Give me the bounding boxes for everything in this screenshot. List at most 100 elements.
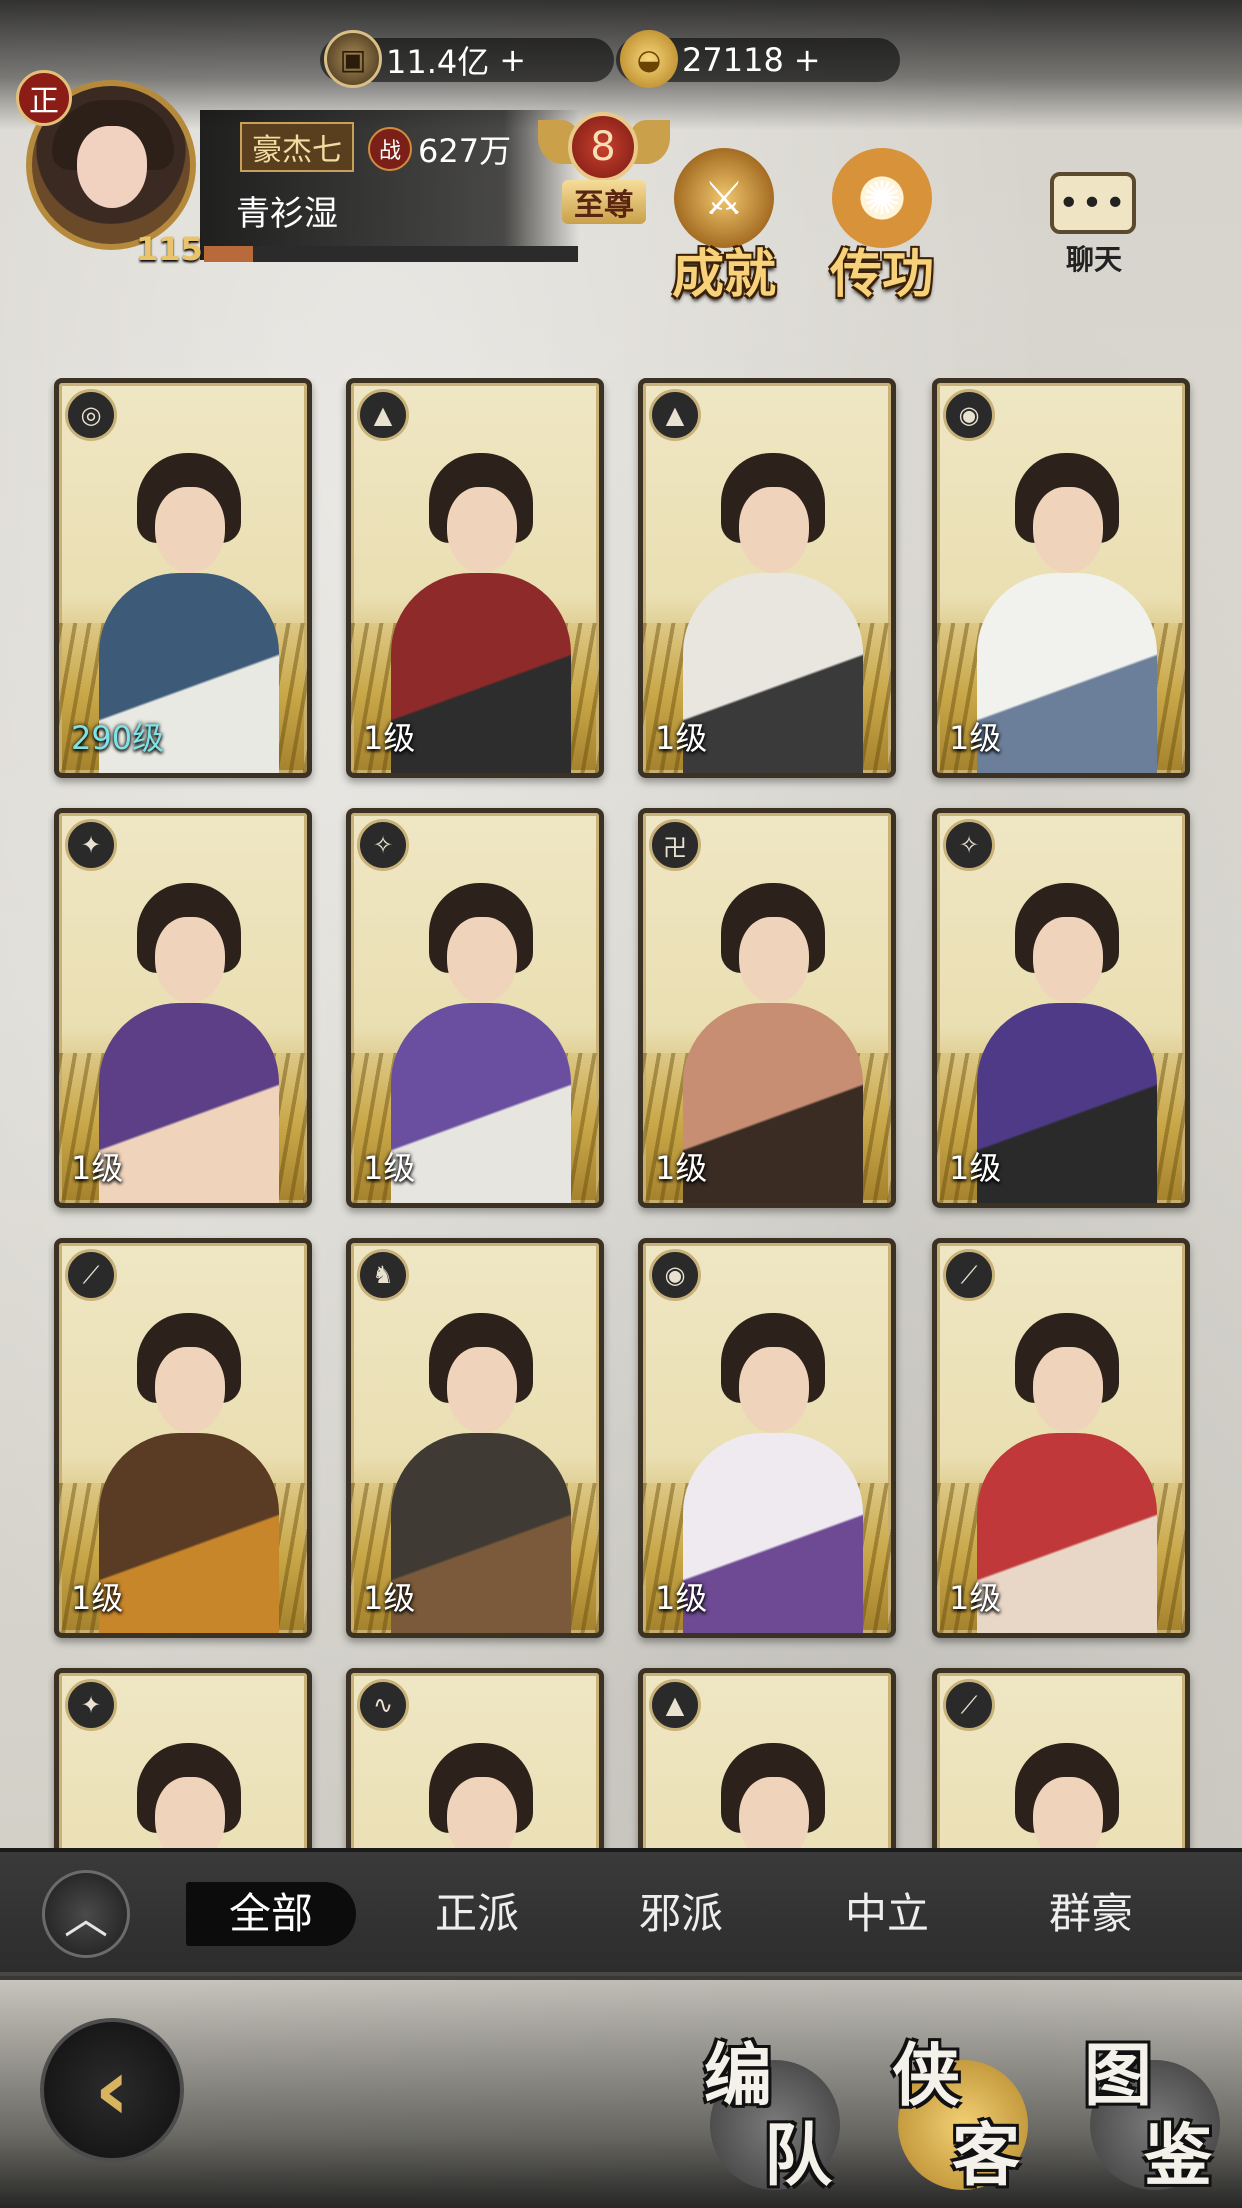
nav-formation[interactable]: 编 队 <box>700 2020 850 2196</box>
exp-bar <box>204 246 578 262</box>
blade-faction-icon: ⟋ <box>65 1249 117 1301</box>
hero-portrait <box>391 453 571 773</box>
hero-card[interactable]: ▲ <box>638 1668 896 1848</box>
swastika-faction-icon: 卍 <box>649 819 701 871</box>
hero-card[interactable]: ◉ 1级 <box>638 1238 896 1638</box>
collapse-chevron-icon[interactable]: ︿ <box>42 1870 130 1958</box>
blade-faction-icon: ⟋ <box>943 1679 995 1731</box>
hero-card[interactable]: ∿ <box>346 1668 604 1848</box>
hero-card[interactable]: ♞ 1级 <box>346 1238 604 1638</box>
transmit-label: 传功 <box>829 245 934 305</box>
hero-card[interactable]: ◎ 290级 <box>54 378 312 778</box>
nav-codex[interactable]: 图 鉴 <box>1080 2020 1230 2196</box>
hero-portrait <box>391 1313 571 1633</box>
hero-card[interactable]: ⟋ 1级 <box>54 1238 312 1638</box>
mask-faction-icon: ◉ <box>943 389 995 441</box>
hero-level: 1级 <box>71 1579 124 1617</box>
nav-codex-char2: 鉴 <box>1144 2117 1213 2196</box>
power-icon: 战 <box>368 127 412 171</box>
transmit-button[interactable]: ✺ 传功 <box>812 148 952 305</box>
hero-card[interactable]: ▲ 1级 <box>346 378 604 778</box>
add-coins-icon[interactable]: + <box>499 41 526 79</box>
hero-level: 1级 <box>949 1149 1002 1187</box>
coin-icon: ▣ <box>324 30 382 88</box>
tent-faction-icon: ▲ <box>649 1679 701 1731</box>
hero-portrait <box>683 883 863 1203</box>
chat-label: 聊天 <box>1065 243 1122 276</box>
scorpion-faction-icon: ✧ <box>943 819 995 871</box>
blade-faction-icon: ⟋ <box>943 1249 995 1301</box>
hero-portrait <box>977 883 1157 1203</box>
back-button[interactable]: ‹ <box>40 2018 184 2162</box>
water-faction-icon: ◎ <box>65 389 117 441</box>
gold-ingot-icon: ◒ <box>620 30 678 88</box>
hero-portrait <box>99 883 279 1203</box>
hero-card[interactable]: ✦ <box>54 1668 312 1848</box>
vip-level: 8 <box>568 112 638 182</box>
faction-filter-bar: ︿ 全部 正派 邪派 中立 群豪 <box>0 1848 1242 1980</box>
scorpion-faction-icon: ✧ <box>357 819 409 871</box>
hero-level: 1级 <box>363 1149 416 1187</box>
hero-level: 1级 <box>655 1579 708 1617</box>
tab-neutral[interactable]: 中立 <box>802 1882 972 1946</box>
hero-card[interactable]: ✧ 1级 <box>346 808 604 1208</box>
combat-power: 战 627万 <box>368 126 511 172</box>
hero-card[interactable]: ▲ 1级 <box>638 378 896 778</box>
beast-faction-icon: ✦ <box>65 819 117 871</box>
hero-portrait <box>683 1313 863 1633</box>
snake-faction-icon: ∿ <box>357 1679 409 1731</box>
hero-portrait <box>99 453 279 773</box>
hero-level: 1级 <box>655 1149 708 1187</box>
gold-counter[interactable]: ◒ 27118 + <box>616 30 900 88</box>
bottom-ink-landscape <box>0 1972 1242 2208</box>
hero-level: 290级 <box>71 719 165 757</box>
hero-level: 1级 <box>949 1579 1002 1617</box>
player-avatar[interactable]: 正 115 <box>16 70 206 270</box>
nav-heroes[interactable]: 侠 客 <box>888 2020 1038 2196</box>
hero-level: 1级 <box>71 1149 124 1187</box>
hero-portrait <box>99 1743 279 1848</box>
nav-heroes-char2: 客 <box>952 2117 1021 2196</box>
power-value: 627万 <box>418 132 512 170</box>
hero-card[interactable]: 卍 1级 <box>638 808 896 1208</box>
add-gold-icon[interactable]: + <box>794 41 821 79</box>
nav-codex-char1: 图 <box>1084 2037 1153 2116</box>
hero-level: 1级 <box>363 1579 416 1617</box>
hero-level: 1级 <box>949 719 1002 757</box>
player-name: 豪杰七 <box>240 122 354 172</box>
beast-faction-icon: ✦ <box>65 1679 117 1731</box>
tab-evil[interactable]: 邪派 <box>596 1882 766 1946</box>
hero-portrait <box>391 883 571 1203</box>
achievement-label: 成就 <box>671 245 776 305</box>
hero-card[interactable]: ✦ 1级 <box>54 808 312 1208</box>
hero-portrait <box>99 1313 279 1633</box>
hero-card[interactable]: ⟋ 1级 <box>932 1238 1190 1638</box>
hero-portrait <box>683 453 863 773</box>
hero-grid[interactable]: ◎ 290级 ▲ 1级 ▲ 1级 ◉ 1级 ✦ 1级 ✧ 1级卍 1级 ✧ 1级 ⟋ 1级 ♞ 1级 ◉ 1级 ⟋ 1级 ✦ ∿… <box>48 378 1198 1848</box>
tab-righteous[interactable]: 正派 <box>392 1882 562 1946</box>
vip-title: 至尊 <box>562 180 646 224</box>
hero-portrait <box>391 1743 571 1848</box>
hero-portrait <box>977 453 1157 773</box>
tab-heroes[interactable]: 群豪 <box>1006 1882 1176 1946</box>
gold-amount: 27118 <box>682 41 784 79</box>
chat-bubble-icon: ••• <box>1050 172 1136 234</box>
tab-all[interactable]: 全部 <box>186 1882 356 1946</box>
coin-amount: 11.4亿 <box>386 43 490 81</box>
vip-badge[interactable]: 8 至尊 <box>538 112 670 224</box>
exp-bar-fill <box>204 246 253 262</box>
nav-formation-char2: 队 <box>764 2117 833 2196</box>
mask-faction-icon: ◉ <box>649 1249 701 1301</box>
hero-card[interactable]: ⟋ <box>932 1668 1190 1848</box>
hero-card[interactable]: ◉ 1级 <box>932 378 1190 778</box>
achievement-button[interactable]: ⚔ 成就 <box>654 148 794 305</box>
hero-portrait <box>977 1743 1157 1848</box>
hero-card[interactable]: ✧ 1级 <box>932 808 1190 1208</box>
hero-portrait <box>977 1313 1157 1633</box>
coin-counter[interactable]: ▣ 11.4亿 + <box>320 30 614 88</box>
hero-portrait <box>683 1743 863 1848</box>
tent-faction-icon: ▲ <box>649 389 701 441</box>
horse-faction-icon: ♞ <box>357 1249 409 1301</box>
chat-button[interactable]: ••• 聊天 <box>1044 172 1144 282</box>
hero-level: 1级 <box>363 719 416 757</box>
